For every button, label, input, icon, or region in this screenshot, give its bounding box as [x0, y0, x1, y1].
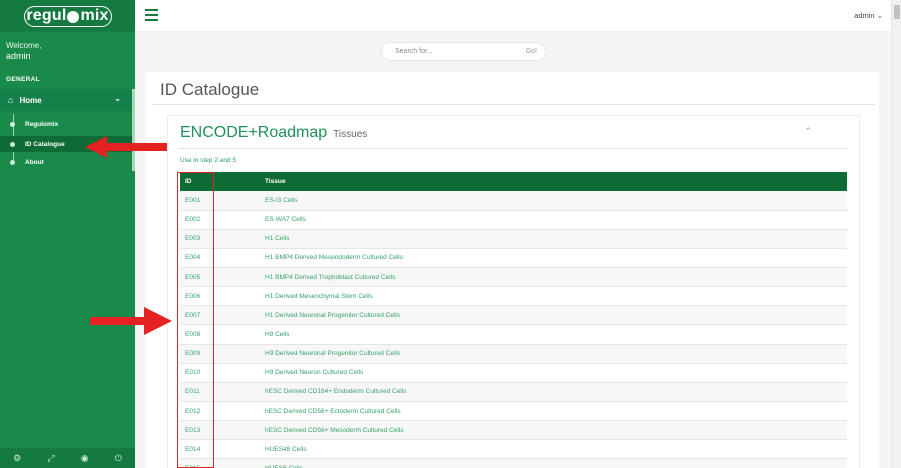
table-row[interactable]: E001 ES-I3 Cells [180, 191, 847, 211]
annotation-arrow-left-icon [85, 136, 167, 158]
expand-icon[interactable]: ⤢ [47, 453, 54, 464]
cell-tissue[interactable]: H1 Derived Mesenchymal Stem Cells [255, 287, 847, 306]
panel-title-text: ENCODE+Roadmap [180, 124, 328, 141]
sidebar-item-label: ID Catalogue [25, 140, 65, 148]
page-title: ID Catalogue [160, 80, 260, 99]
cell-tissue[interactable]: H1 Cells [255, 229, 847, 248]
logo-text-right: mix [80, 7, 109, 24]
topbar: admin ⌄ [135, 0, 891, 32]
main-panel: ID Catalogue ENCODE+Roadmap Tissues ⌃ Use… [146, 72, 879, 468]
divider [153, 104, 875, 105]
table-row[interactable]: E013 hESC Derived CD56+ Mesoderm Cultured… [180, 420, 847, 440]
chevron-down-icon: ⌄ [114, 94, 121, 103]
section-label-general: GENERAL [6, 76, 40, 83]
cell-tissue[interactable]: ES-WA7 Cells [255, 210, 847, 229]
column-header-tissue[interactable]: Tissue [255, 172, 847, 191]
cell-tissue[interactable]: H1 BMP4 Derived Trophoblast Cultured Cel… [255, 268, 847, 287]
logo-text-left: regul [26, 7, 67, 24]
bullet-icon [10, 122, 15, 127]
chevron-up-icon[interactable]: ⌃ [804, 126, 812, 137]
divider [178, 148, 848, 149]
welcome-block: Welcome, admin [0, 32, 135, 62]
tissue-table: ID Tissue E001 ES-I3 Cells E002 ES-WA7 Cell… [180, 172, 847, 468]
table-row[interactable]: E012 hESC Derived CD56+ Ectoderm Cultured… [180, 402, 847, 421]
submenu-rail [132, 89, 135, 171]
annotation-arrow-right-icon [90, 307, 172, 335]
search-input[interactable]: Search for... [382, 48, 526, 55]
sidebar-item-about[interactable]: About [10, 159, 44, 166]
page-scrollbar[interactable] [891, 0, 901, 468]
usage-hint: Use in step 2 and 5 [180, 157, 237, 164]
cell-tissue[interactable]: H9 Derived Neuron Cultured Cells [255, 363, 847, 382]
table-row[interactable]: E002 ES-WA7 Cells [180, 210, 847, 230]
panel-title: ENCODE+Roadmap Tissues [180, 124, 367, 142]
gear-icon[interactable]: ⚙ [13, 453, 21, 464]
logo-o-icon [67, 11, 80, 23]
cell-tissue[interactable]: hESC Derived CD56+ Mesoderm Cultured Cel… [255, 421, 847, 440]
cell-tissue[interactable]: HUES6 Cells [255, 459, 847, 468]
table-row[interactable]: E005 H1 BMP4 Derived Trophoblast Cultured… [180, 267, 847, 287]
table-row[interactable]: E008 H9 Cells [180, 325, 847, 345]
bullet-icon [10, 160, 15, 165]
power-icon[interactable]: ⏻ [115, 453, 122, 464]
scrollbar-thumb[interactable] [894, 5, 900, 19]
sidebar: regul mix Welcome, admin GENERAL ⌂ Home ⌄… [0, 0, 135, 468]
table-row[interactable]: E010 H9 Derived Neuron Cultured Cells [180, 363, 847, 383]
catalogue-panel: ENCODE+Roadmap Tissues ⌃ Use in step 2 an… [167, 115, 860, 468]
table-row[interactable]: E009 H9 Derived Neuronal Progenitor Cultu… [180, 344, 847, 364]
cell-tissue[interactable]: H1 Derived Neuronal Progenitor Cultured … [255, 306, 847, 325]
cell-tissue[interactable]: hESC Derived CD184+ Endoderm Cultured Ce… [255, 382, 847, 401]
sidebar-item-label: Regulomix [25, 121, 59, 128]
cell-tissue[interactable]: hESC Derived CD56+ Ectoderm Cultured Cel… [255, 402, 847, 421]
table-row[interactable]: E011 hESC Derived CD184+ Endoderm Culture… [180, 382, 847, 402]
cell-tissue[interactable]: H9 Cells [255, 325, 847, 344]
cell-tissue[interactable]: HUES48 Cells [255, 440, 847, 459]
table-row[interactable]: E006 H1 Derived Mesenchymal Stem Cells [180, 287, 847, 306]
table-row[interactable]: E004 H1 BMP4 Derived Mesendoderm Cultured… [180, 248, 847, 268]
logo[interactable]: regul mix [23, 5, 112, 27]
sidebar-item-label: About [25, 159, 44, 166]
chevron-down-icon: ⌄ [876, 11, 883, 20]
sidebar-item-home[interactable]: ⌂ Home ⌄ [0, 89, 135, 111]
table-row[interactable]: E014 HUES48 Cells [180, 440, 847, 459]
logo-bar: regul mix [0, 0, 135, 32]
bullet-icon [10, 141, 15, 147]
table-row[interactable]: E015HUES6 Cells [180, 458, 847, 468]
user-menu[interactable]: admin ⌄ [854, 11, 883, 20]
cell-tissue[interactable]: H9 Derived Neuronal Progenitor Cultured … [255, 344, 847, 363]
sidebar-item-regulomix[interactable]: Regulomix [10, 121, 58, 128]
welcome-label: Welcome, [6, 41, 42, 50]
welcome-username: admin [6, 51, 31, 61]
annotation-id-column-box [177, 172, 214, 468]
user-menu-label: admin [854, 11, 875, 20]
panel-subtitle: Tissues [333, 129, 368, 140]
search-go-button[interactable]: Go! [526, 48, 545, 55]
menu-toggle-icon[interactable] [145, 9, 158, 21]
sidebar-item-home-label: Home [19, 95, 42, 105]
table-row[interactable]: E003 H1 Cells [180, 229, 847, 249]
cell-tissue[interactable]: ES-I3 Cells [255, 191, 847, 210]
table-row[interactable]: E007 H1 Derived Neuronal Progenitor Cultu… [180, 305, 847, 325]
eye-slash-icon[interactable]: ◉ [81, 453, 89, 464]
table-header-row: ID Tissue [180, 172, 847, 191]
sidebar-footer: ⚙ ⤢ ◉ ⏻ [0, 448, 135, 468]
cell-tissue[interactable]: H1 BMP4 Derived Mesendoderm Cultured Cel… [255, 248, 847, 267]
search-bar: Search for... Go! [382, 43, 545, 60]
home-icon: ⌂ [8, 95, 14, 105]
